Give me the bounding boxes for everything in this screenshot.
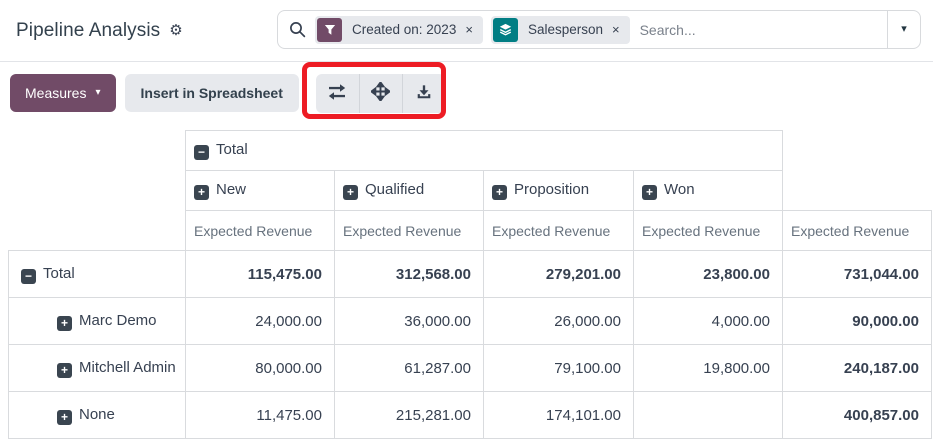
cell-value: 115,475.00 [186,251,335,298]
measure-header[interactable]: Expected Revenue [335,211,484,251]
layers-icon [493,18,518,42]
collapse-icon[interactable]: − [194,145,209,160]
chevron-down-icon: ▾ [95,88,100,98]
facet-salesperson[interactable]: Salesperson × [491,16,630,44]
table-row-none: +None 11,475.00 215,281.00 174,101.00 40… [9,392,932,439]
cell-value: 90,000.00 [783,298,932,345]
col-group-total[interactable]: −Total [186,131,783,171]
cell-value: 11,475.00 [186,392,335,439]
cell-value: 26,000.00 [484,298,634,345]
col-header-qualified[interactable]: +Qualified [335,171,484,211]
expand-icon[interactable]: + [492,185,507,200]
cell-value: 174,101.00 [484,392,634,439]
measure-header[interactable]: Expected Revenue [484,211,634,251]
flip-axis-icon [327,82,347,105]
expand-icon[interactable]: + [343,185,358,200]
search-input[interactable] [638,21,887,39]
pipeline-analysis-screen: Pipeline Analysis ⚙ Created on: 2023 × [0,0,933,445]
cell-value: 80,000.00 [186,345,335,392]
measures-row: Expected Revenue Expected Revenue Expect… [9,211,932,251]
row-header-mitchell-admin[interactable]: +Mitchell Admin [9,345,186,392]
measure-header[interactable]: Expected Revenue [783,211,932,251]
measure-header[interactable]: Expected Revenue [634,211,783,251]
row-header-marc-demo[interactable]: +Marc Demo [9,298,186,345]
col-header-proposition[interactable]: +Proposition [484,171,634,211]
filter-icon [317,18,342,42]
search-bar[interactable]: Created on: 2023 × Salesperson × ▾ [277,10,921,49]
cell-value: 19,800.00 [634,345,783,392]
facet-label: Created on: 2023 [342,22,465,37]
cell-value: 731,044.00 [783,251,932,298]
measures-label: Measures [25,85,86,101]
cell-value: 61,287.00 [335,345,484,392]
expand-icon[interactable]: + [194,185,209,200]
pivot-table: −Total +New +Qualified +Proposition +Won [8,130,932,439]
search-dropdown-toggle[interactable]: ▾ [887,11,920,48]
table-row-mitchell-admin: +Mitchell Admin 80,000.00 61,287.00 79,1… [9,345,932,392]
empty-header-cell [783,171,932,211]
col-header-won[interactable]: +Won [634,171,783,211]
download-icon [415,83,433,104]
cell-value: 23,800.00 [634,251,783,298]
expand-icon[interactable]: + [57,316,72,331]
insert-in-spreadsheet-button[interactable]: Insert in Spreadsheet [125,74,299,112]
col-headers-row: +New +Qualified +Proposition +Won [9,171,932,211]
cell-value [634,392,783,439]
cell-value: 312,568.00 [335,251,484,298]
collapse-icon[interactable]: − [21,269,36,284]
chevron-down-icon: ▾ [901,24,907,35]
control-panel: Pipeline Analysis ⚙ Created on: 2023 × [0,0,933,62]
cell-value: 24,000.00 [186,298,335,345]
cell-value: 400,857.00 [783,392,932,439]
cell-value: 215,281.00 [335,392,484,439]
table-row-total: −Total 115,475.00 312,568.00 279,201.00 … [9,251,932,298]
facet-created-on[interactable]: Created on: 2023 × [315,16,483,44]
empty-header-cell [9,171,186,211]
cell-value: 36,000.00 [335,298,484,345]
cell-value: 79,100.00 [484,345,634,392]
expand-icon[interactable]: + [57,410,72,425]
remove-facet-icon[interactable]: × [465,23,481,36]
gear-icon[interactable]: ⚙ [169,23,182,38]
col-header-new[interactable]: +New [186,171,335,211]
expand-all-button[interactable] [359,74,402,113]
empty-header-cell [783,131,932,171]
search-icon [289,21,306,38]
cell-value: 240,187.00 [783,345,932,392]
cell-value: 279,201.00 [484,251,634,298]
page-title: Pipeline Analysis [16,20,160,42]
empty-header-cell [9,211,186,251]
remove-facet-icon[interactable]: × [612,23,628,36]
download-button[interactable] [402,74,445,113]
empty-header-cell [9,131,186,171]
pivot-toolbar: Measures ▾ Insert in Spreadsheet [0,62,933,124]
measures-button[interactable]: Measures ▾ [10,74,116,112]
cell-value: 4,000.00 [634,298,783,345]
row-header-total[interactable]: −Total [9,251,186,298]
col-group-row: −Total [9,131,932,171]
expand-icon[interactable]: + [642,185,657,200]
measure-header[interactable]: Expected Revenue [186,211,335,251]
facet-label: Salesperson [518,22,612,37]
breadcrumb: Pipeline Analysis ⚙ [0,20,183,42]
table-row-marc-demo: +Marc Demo 24,000.00 36,000.00 26,000.00… [9,298,932,345]
row-header-none[interactable]: +None [9,392,186,439]
flip-axis-button[interactable] [316,74,359,113]
expand-icon[interactable]: + [57,363,72,378]
pivot-action-icons [316,74,445,113]
arrows-move-icon [371,82,390,104]
